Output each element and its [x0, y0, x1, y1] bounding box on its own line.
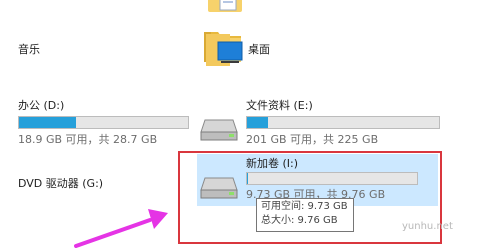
pointer-arrow-icon: [74, 209, 168, 248]
desktop-item[interactable]: 桌面: [248, 38, 270, 57]
music-label: 音乐: [18, 43, 40, 56]
document-folder-icon[interactable]: [208, 0, 242, 16]
music-item[interactable]: 音乐: [18, 38, 138, 56]
drive-d-label: 办公 (D:): [18, 99, 65, 112]
drive-e-usage: 201 GB 可用，共 225 GB: [246, 133, 379, 146]
drive-e-label: 文件资料 (E:): [246, 99, 313, 112]
drive-e-bar-fill: [247, 117, 269, 128]
watermark: yunhu.net: [402, 221, 453, 232]
drive-d-bar-fill: [19, 117, 77, 128]
drive-icon: [199, 118, 239, 148]
drive-d-bar: [18, 116, 189, 129]
desktop-label: 桌面: [248, 43, 270, 56]
drive-g[interactable]: DVD 驱动器 (G:): [18, 172, 103, 191]
drive-e[interactable]: 文件资料 (E:) 201 GB 可用，共 225 GB: [246, 99, 440, 147]
drive-d[interactable]: 办公 (D:) 18.9 GB 可用，共 28.7 GB: [16, 99, 190, 147]
desktop-folder-icon[interactable]: [204, 28, 244, 72]
drive-g-label: DVD 驱动器 (G:): [18, 177, 104, 190]
drive-e-bar: [246, 116, 440, 129]
drive-d-usage: 18.9 GB 可用，共 28.7 GB: [18, 133, 158, 146]
